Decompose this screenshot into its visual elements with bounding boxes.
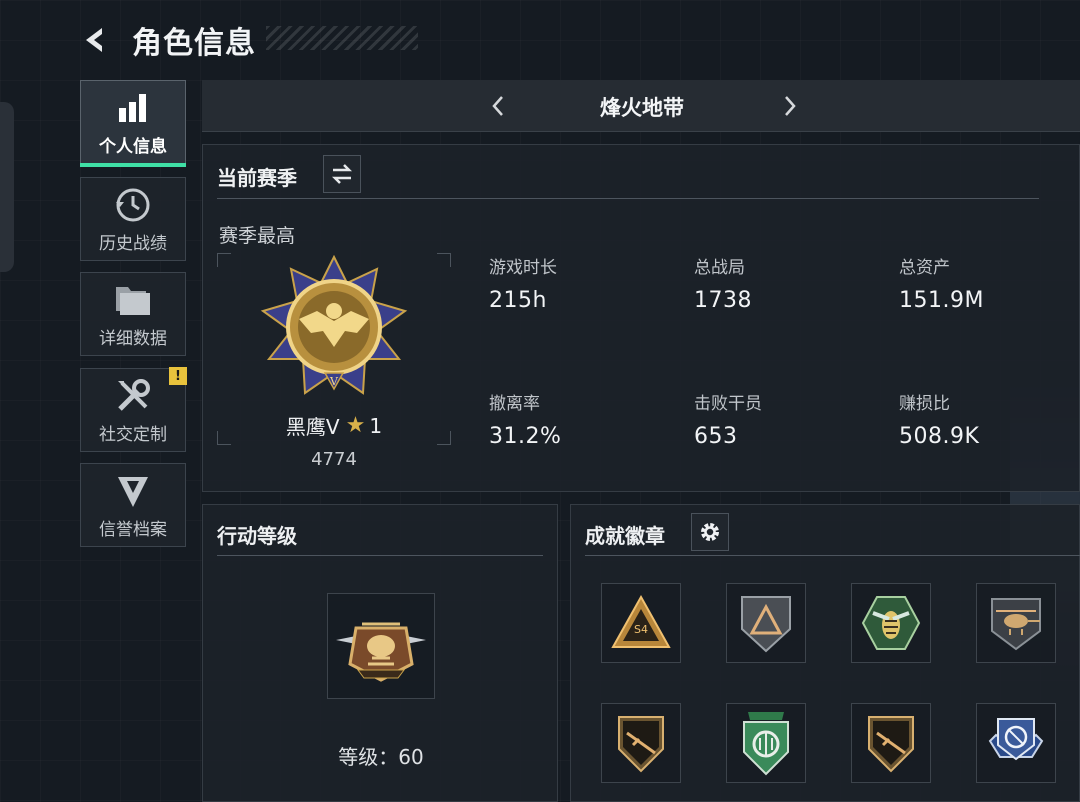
stat-value: 1738 (694, 288, 752, 313)
stat-label: 击败干员 (694, 394, 762, 414)
sidebar-item-label: 个人信息 (99, 136, 167, 157)
stat-label: 游戏时长 (489, 258, 557, 278)
rank-emblem-icon: V (260, 255, 408, 395)
action-level-panel: 行动等级 等级：60 (202, 504, 558, 802)
rifle-shield-badge-icon (618, 716, 664, 773)
rank-stars: 1 (369, 413, 383, 438)
triangle-shield-badge-icon (741, 596, 791, 653)
rifle-shield-badge-icon (868, 716, 914, 773)
hornet-badge-icon (861, 596, 921, 650)
target-crest-badge-icon (988, 718, 1044, 761)
section-divider (585, 555, 1080, 556)
stat-play-time: 游戏时长 215h (489, 253, 679, 313)
sidebar-item-label: 详细数据 (99, 328, 167, 349)
history-clock-icon (113, 185, 153, 225)
achievements-heading: 成就徽章 (585, 524, 665, 548)
stat-value: 31.2% (489, 424, 562, 449)
chevron-left-icon[interactable] (484, 92, 512, 120)
mode-selector: 烽火地带 (202, 80, 1080, 132)
level-emblem-card[interactable] (327, 593, 435, 699)
back-arrow-icon[interactable] (78, 22, 114, 58)
sidebar-item-label: 社交定制 (99, 424, 167, 445)
shield-chevron-icon (113, 471, 153, 511)
stat-label: 总资产 (899, 258, 950, 278)
stat-label: 赚损比 (899, 394, 950, 414)
helicopter-emblem-icon (336, 622, 426, 682)
header: 角色信息 (78, 20, 256, 61)
achievements-panel: 成就徽章 S4 (570, 504, 1080, 802)
achievement-badge[interactable] (851, 703, 931, 783)
chevron-right-icon[interactable] (776, 92, 804, 120)
season-heading: 当前赛季 (217, 166, 297, 190)
stat-total-matches: 总战局 1738 (694, 253, 884, 313)
mode-title: 烽火地带 (600, 96, 684, 120)
stat-value: 508.9K (899, 424, 980, 449)
title-decoration (266, 26, 418, 50)
sidebar-item-history[interactable]: 历史战绩 (80, 177, 186, 261)
stat-operators-defeated: 击败干员 653 (694, 389, 884, 449)
section-divider (217, 198, 1039, 199)
svg-text:V: V (329, 375, 339, 388)
svg-text:S4: S4 (634, 623, 648, 636)
wrench-screwdriver-icon (113, 376, 153, 416)
season-best-label: 赛季最高 (219, 225, 296, 247)
action-level-heading: 行动等级 (217, 524, 297, 548)
star-icon: ★ (345, 413, 366, 438)
season-switch-button[interactable] (323, 155, 361, 193)
bar-chart-icon (113, 88, 153, 128)
sidebar-item-label: 信誉档案 (99, 519, 167, 540)
stat-profit-loss-ratio: 赚损比 508.9K (899, 389, 1080, 449)
side-edge-tab (0, 102, 14, 272)
stat-value: 653 (694, 424, 738, 449)
stat-label: 总战局 (694, 258, 745, 278)
achievement-badge[interactable] (726, 703, 806, 783)
sidebar-item-social[interactable]: 社交定制 ! (80, 367, 187, 452)
gear-icon (701, 523, 719, 541)
stat-value: 215h (489, 288, 547, 313)
sidebar-item-personal-info[interactable]: 个人信息 (80, 80, 186, 167)
season-panel: 当前赛季 赛季最高 V 黑鹰V ★ 1 4774 游戏时长 215h 总战局 1… (202, 144, 1080, 492)
achievement-badge[interactable] (726, 583, 806, 663)
stat-label: 撤离率 (489, 394, 540, 414)
sidebar-item-detail-data[interactable]: 详细数据 (80, 272, 186, 356)
s4-warning-badge-icon: S4 (611, 594, 671, 648)
stat-total-assets: 总资产 151.9M (899, 253, 1080, 313)
green-shield-badge-icon (743, 712, 789, 776)
swap-arrows-icon (331, 164, 353, 184)
rank-score: 4774 (311, 449, 357, 470)
rank-name: 黑鹰V (285, 415, 340, 439)
section-divider (217, 555, 543, 556)
stat-value: 151.9M (899, 288, 984, 313)
folder-icon (113, 280, 153, 320)
stat-extract-rate: 撤离率 31.2% (489, 389, 679, 449)
rank-card: V 黑鹰V ★ 1 4774 (217, 253, 451, 470)
achievement-badge[interactable] (851, 583, 931, 663)
sidebar-item-label: 历史战绩 (99, 233, 167, 254)
helicopter-badge-icon (991, 598, 1041, 651)
achievement-badge[interactable]: S4 (601, 583, 681, 663)
achievement-badge[interactable] (601, 703, 681, 783)
sidebar-item-reputation[interactable]: 信誉档案 (80, 463, 186, 547)
page-title: 角色信息 (132, 26, 256, 61)
achievement-badge[interactable] (976, 583, 1056, 663)
alert-badge: ! (169, 367, 187, 385)
achievement-badge[interactable] (976, 703, 1056, 783)
level-text: 等级：60 (338, 745, 424, 769)
rank-name-row: 黑鹰V ★ 1 (217, 411, 451, 440)
achievements-settings-button[interactable] (691, 513, 729, 551)
